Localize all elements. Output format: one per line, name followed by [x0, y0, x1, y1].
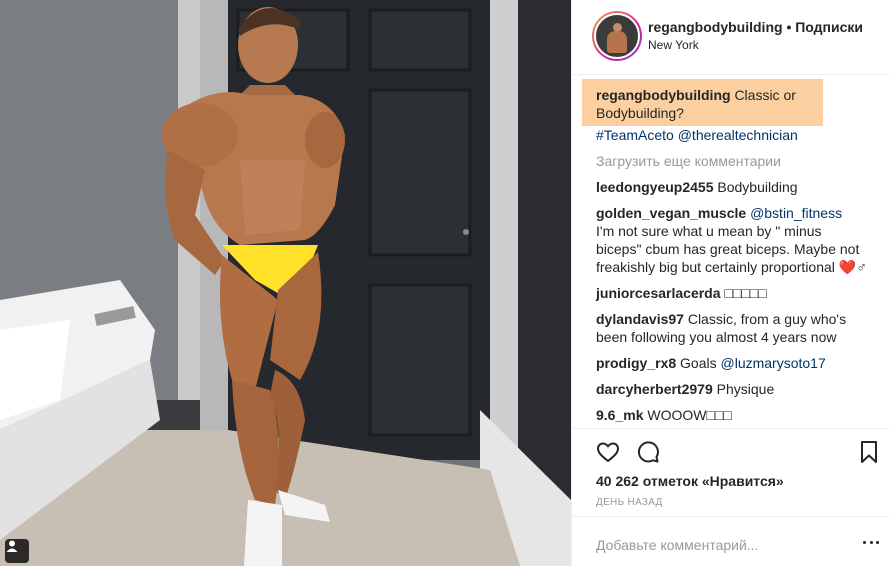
avatar-image	[594, 13, 640, 59]
comment-mention[interactable]: @bstin_fitness	[750, 205, 842, 221]
comment-icon[interactable]	[636, 440, 660, 464]
add-comment-row	[572, 516, 890, 566]
list-item: 9.6_mk WOOOW□□□	[596, 406, 867, 424]
add-comment-input[interactable]	[596, 537, 846, 553]
hashtag-link[interactable]: #TeamAceto	[596, 127, 674, 143]
list-item: darcyherbert2979 Physique	[596, 380, 867, 398]
bookmark-icon[interactable]	[859, 440, 879, 464]
dot	[869, 541, 873, 544]
comment-username[interactable]: leedongyeup2455	[596, 179, 714, 195]
comment-username[interactable]: golden_vegan_muscle	[596, 205, 746, 221]
comment-text: I'm not sure what u mean by " minus bice…	[596, 223, 867, 275]
heart-icon[interactable]	[596, 440, 620, 464]
comment-text: Bodybuilding	[717, 179, 798, 195]
post-photo[interactable]	[0, 0, 571, 566]
mention-link[interactable]: @therealtechnician	[678, 127, 798, 143]
likes-count[interactable]: 40 262 отметок «Нравится»	[596, 473, 784, 489]
comment-text: Physique	[716, 381, 775, 397]
list-item: dylandavis97 Classic, from a guy who's b…	[596, 310, 867, 346]
caption-username[interactable]: regangbodybuilding	[596, 87, 731, 103]
caption-tags: #TeamAceto @therealtechnician	[596, 126, 867, 144]
header-username-row: regangbodybuilding • Подписки	[648, 19, 863, 35]
caption: regangbodybuilding Classic or Bodybuildi…	[582, 79, 823, 126]
photo-scene	[0, 0, 571, 566]
list-item: golden_vegan_muscle @bstin_fitness I'm n…	[596, 204, 867, 276]
user-tag-button[interactable]	[5, 539, 29, 563]
dot	[863, 541, 866, 544]
post-timestamp[interactable]: день назад	[596, 497, 663, 508]
load-more-comments[interactable]: Загрузить еще комментарии	[596, 152, 867, 170]
comment-username[interactable]: 9.6_mk	[596, 407, 643, 423]
post-sidebar: regangbodybuilding • Подписки New York r…	[571, 0, 890, 566]
header-separator: •	[786, 19, 792, 35]
comment-username[interactable]: prodigy_rx8	[596, 355, 676, 371]
avatar[interactable]	[592, 11, 642, 61]
location-link[interactable]: New York	[648, 38, 699, 52]
more-icon[interactable]	[863, 541, 879, 547]
dot	[876, 541, 879, 544]
comments-list[interactable]: regangbodybuilding Classic or Bodybuildi…	[572, 76, 890, 428]
comment-username[interactable]: juniorcesarlacerda	[596, 285, 721, 301]
list-item: prodigy_rx8 Goals @luzmarysoto17	[596, 354, 867, 372]
comment-text: □□□□□	[724, 285, 767, 301]
header-username[interactable]: regangbodybuilding	[648, 19, 783, 35]
comment-text: Goals	[680, 355, 717, 371]
person-icon	[6, 540, 18, 552]
comment-username[interactable]: dylandavis97	[596, 311, 684, 327]
list-item: juniorcesarlacerda □□□□□	[596, 284, 867, 302]
comment-text: WOOOW□□□	[647, 407, 732, 423]
list-item: leedongyeup2455 Bodybuilding	[596, 178, 867, 196]
post-header: regangbodybuilding • Подписки New York	[572, 0, 890, 75]
comment-mention[interactable]: @luzmarysoto17	[721, 355, 826, 371]
comment-username[interactable]: darcyherbert2979	[596, 381, 713, 397]
follow-button[interactable]: Подписки	[795, 19, 863, 35]
